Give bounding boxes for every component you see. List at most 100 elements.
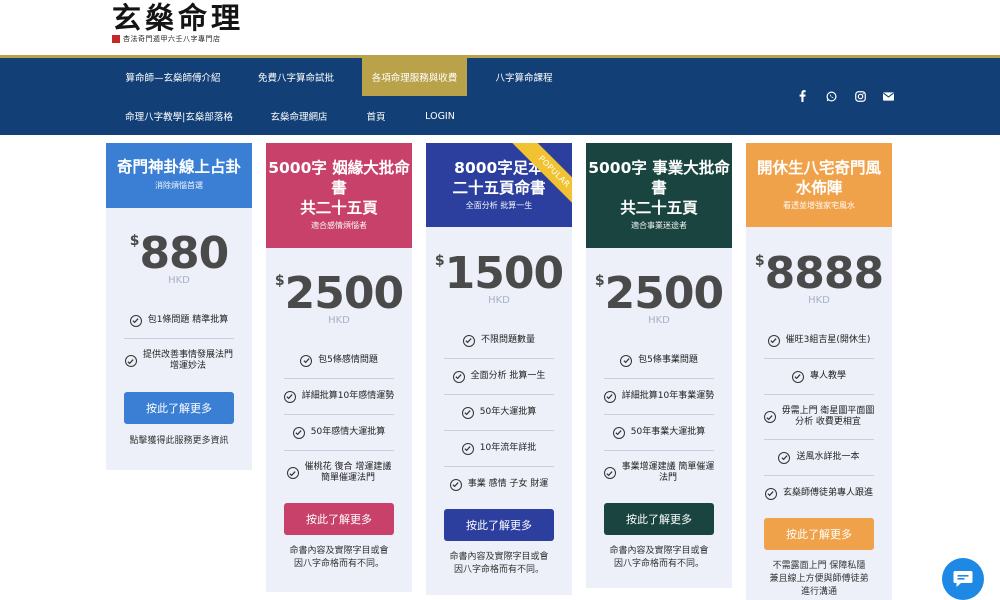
- card-subtitle: 消除煩惱首選: [155, 181, 203, 190]
- nav-item-home[interactable]: 首頁: [358, 97, 394, 135]
- price-currency: $: [594, 273, 605, 289]
- feature-item: 包5條事業問題: [586, 343, 732, 378]
- logo-tagline: 杏法奇門遁甲六壬八字專門店: [112, 34, 262, 44]
- check-circle-icon: [462, 334, 475, 347]
- price-currency: $: [274, 273, 285, 289]
- feature-text: 包1條問題 精準批算: [147, 315, 229, 325]
- check-circle-icon: [603, 467, 616, 479]
- feature-text: 催桃花 復合 增運建議 簡單催運法門: [304, 462, 392, 483]
- feature-text: 50年事業大運批算: [630, 427, 706, 437]
- card-note: 命書內容及實際字目或會 因八字命格而有不同。: [449, 552, 549, 575]
- card-title: 奇門神卦線上占卦: [116, 158, 241, 176]
- check-circle-icon: [778, 451, 791, 464]
- feature-item: 不限問題數量: [426, 323, 572, 358]
- nav-item-master-intro[interactable]: 算命師—玄燊師傅介紹: [118, 58, 228, 96]
- learn-more-button[interactable]: 按此了解更多: [284, 503, 394, 535]
- whatsapp-icon[interactable]: [822, 86, 840, 106]
- card-price: $2500 HKD: [586, 268, 732, 326]
- feature-text: 詳細批算10年事業運勢: [621, 391, 715, 401]
- card-price: $8888 HKD: [746, 248, 892, 306]
- learn-more-button[interactable]: 按此了解更多: [444, 509, 554, 541]
- card-title: 開休生八宅奇門風水佈陣: [756, 159, 881, 197]
- card-subtitle: 全面分析 批算一生: [465, 201, 533, 210]
- nav-item-blog[interactable]: 命理八字教學|玄燊部落格: [118, 97, 240, 135]
- feature-item: 催旺3組吉星(開休生): [746, 323, 892, 358]
- feature-text: 包5條事業問題: [638, 355, 698, 365]
- pricing-card-career: 5000字 事業大批命書 共二十五頁 適合事業迷途者 $2500 HKD 包5條…: [586, 143, 732, 588]
- chat-bubble-icon: [953, 571, 973, 587]
- check-circle-icon: [300, 354, 313, 367]
- learn-more-button[interactable]: 按此了解更多: [124, 392, 234, 424]
- site-logo[interactable]: 玄燊命理 杏法奇門遁甲六壬八字專門店: [112, 2, 262, 46]
- logo-seal-icon: [112, 35, 120, 43]
- feature-item: 包5條感情問題: [266, 343, 412, 378]
- feature-item: 包1條問題 精準批算: [106, 303, 252, 338]
- feature-item: 提供改善事情發展法門 增運妙法: [106, 339, 252, 383]
- card-header: 5000字 事業大批命書 共二十五頁 適合事業迷途者: [586, 143, 732, 248]
- price-currency: $: [754, 253, 765, 269]
- feature-item: 50年事業大運批算: [586, 415, 732, 450]
- card-price: $880 HKD: [106, 228, 252, 286]
- nav-item-free-trial[interactable]: 免費八字算命試批: [250, 58, 342, 96]
- logo-subtitle: 杏法奇門遁甲六壬八字專門店: [123, 35, 221, 43]
- feature-item: 玄燊師傅徒弟專人跟進: [746, 476, 892, 511]
- check-circle-icon: [764, 487, 777, 500]
- card-header: 開休生八宅奇門風水佈陣 看透並增強家宅風水: [746, 143, 892, 227]
- feature-text: 毋需上門 衛星圖平面圖 分析 收費更相宜: [781, 406, 875, 427]
- feature-item: 50年感情大運批算: [266, 415, 412, 450]
- pricing-card-relationship: 5000字 姻緣大批命書 共二十五頁 適合感情煩惱者 $2500 HKD 包5條…: [266, 143, 412, 592]
- instagram-icon[interactable]: [851, 86, 869, 106]
- learn-more-button[interactable]: 按此了解更多: [604, 503, 714, 535]
- price-amount: 880: [139, 228, 229, 279]
- feature-item: 催桃花 復合 增運建議 簡單催運法門: [266, 451, 412, 495]
- feature-text: 事業增運建議 簡單催運 法門: [621, 462, 715, 483]
- price-amount: 8888: [764, 248, 884, 299]
- facebook-icon[interactable]: [793, 86, 811, 106]
- learn-more-button[interactable]: 按此了解更多: [764, 518, 874, 550]
- feature-list: 包1條問題 精準批算 提供改善事情發展法門 增運妙法: [106, 303, 252, 383]
- check-circle-icon: [286, 467, 299, 479]
- nav-item-courses[interactable]: 八字算命課程: [487, 58, 561, 96]
- card-note: 命書內容及實際字目或會 因八字命格而有不同。: [609, 546, 709, 569]
- pricing-card-divination: 奇門神卦線上占卦 消除煩惱首選 $880 HKD 包1條問題 精準批算 提供改善…: [106, 143, 252, 470]
- feature-text: 50年感情大運批算: [310, 427, 386, 437]
- card-note: 命書內容及實際字目或會 因八字命格而有不同。: [289, 546, 389, 569]
- feature-list: 催旺3組吉星(開休生) 專人教學 毋需上門 衛星圖平面圖 分析 收費更相宜 送風…: [746, 323, 892, 511]
- nav-item-shop[interactable]: 玄燊命理網店: [262, 97, 336, 135]
- chat-button[interactable]: [942, 558, 984, 600]
- feature-list: 包5條事業問題 詳細批算10年事業運勢 50年事業大運批算 事業增運建議 簡單催…: [586, 343, 732, 495]
- feature-text: 50年大運批算: [479, 407, 537, 417]
- nav-item-login[interactable]: LOGIN: [418, 97, 462, 135]
- feature-text: 10年流年詳批: [479, 443, 537, 453]
- check-circle-icon: [292, 426, 305, 439]
- price-unit: HKD: [168, 275, 190, 286]
- feature-text: 專人教學: [809, 371, 846, 381]
- card-note: 點擊獲得此服務更多資訊: [129, 436, 229, 446]
- feature-item: 送風水詳批一本: [746, 440, 892, 475]
- check-circle-icon: [283, 390, 296, 403]
- check-circle-icon: [129, 314, 142, 327]
- check-circle-icon: [603, 390, 616, 403]
- feature-text: 全面分析 批算一生: [470, 371, 546, 381]
- feature-text: 催旺3組吉星(開休生): [785, 335, 871, 345]
- feature-text: 包5條感情問題: [318, 355, 378, 365]
- card-header: 奇門神卦線上占卦 消除煩惱首選: [106, 143, 252, 208]
- card-title: 5000字 事業大批命書 共二十五頁: [588, 159, 730, 217]
- card-header: 5000字 姻緣大批命書 共二十五頁 適合感情煩惱者: [266, 143, 412, 248]
- feature-item: 詳細批算10年感情運勢: [266, 379, 412, 414]
- check-circle-icon: [612, 426, 625, 439]
- top-header: 玄燊命理 杏法奇門遁甲六壬八字專門店: [0, 0, 1000, 56]
- check-circle-icon: [620, 354, 633, 367]
- price-amount: 2500: [604, 268, 724, 319]
- card-subtitle: 適合事業迷途者: [631, 221, 687, 230]
- price-amount: 2500: [284, 268, 404, 319]
- price-currency: $: [434, 253, 445, 269]
- pricing-card-fengshui: 開休生八宅奇門風水佈陣 看透並增強家宅風水 $8888 HKD 催旺3組吉星(開…: [746, 143, 892, 600]
- price-currency: $: [129, 233, 140, 249]
- main-nav: 算命師—玄燊師傅介紹 免費八字算命試批 各項命理服務與收費 八字算命課程 命理八…: [0, 58, 1000, 135]
- check-circle-icon: [767, 334, 780, 347]
- email-icon[interactable]: [879, 86, 897, 106]
- nav-item-services[interactable]: 各項命理服務與收費: [362, 58, 467, 96]
- feature-item: 10年流年詳批: [426, 431, 572, 466]
- feature-list: 不限問題數量 全面分析 批算一生 50年大運批算 10年流年詳批 事業 感情 子…: [426, 323, 572, 502]
